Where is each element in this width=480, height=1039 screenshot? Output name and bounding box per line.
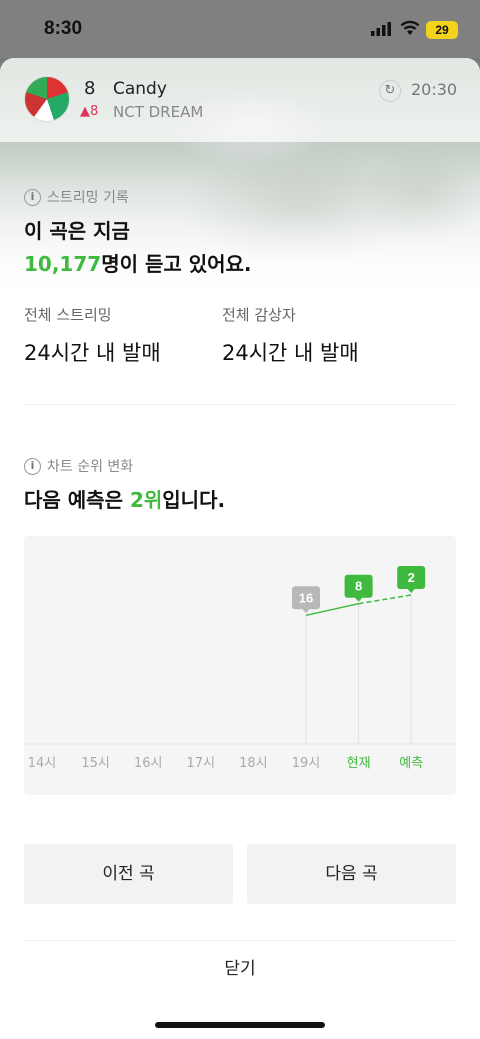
- rank-change-badge: ▲8: [80, 104, 99, 119]
- streaming-headline-line2: 10,177명이 듣고 있어요.: [24, 252, 252, 276]
- status-bar: 8:30 29: [0, 0, 480, 58]
- rank-prediction-headline: 다음 예측은 2위입니다.: [24, 488, 226, 512]
- data-point-pointer: [354, 597, 363, 602]
- song-rank: 8: [84, 78, 96, 99]
- song-header: 8 ▲8 Candy NCT DREAM ↻ 20:30: [0, 58, 480, 142]
- next-song-button[interactable]: 다음 곡: [247, 844, 456, 904]
- info-icon[interactable]: i: [24, 457, 41, 475]
- rank-chart-svg: 16 8 2 14시 15시 16시 17시 18시 19시 현재 예측: [24, 566, 456, 771]
- x-tick-label: 17시: [187, 756, 216, 771]
- status-time: 8:30: [44, 18, 83, 39]
- song-artist[interactable]: NCT DREAM: [113, 103, 203, 121]
- song-title[interactable]: Candy: [113, 79, 167, 99]
- wifi-icon: [400, 20, 420, 35]
- close-button[interactable]: 닫기: [0, 950, 480, 988]
- rank-chart: 16 8 2 14시 15시 16시 17시 18시 19시 현재 예측: [24, 536, 456, 795]
- total-streaming-label: 전체 스트리밍: [24, 306, 112, 324]
- data-point-label: 8: [355, 579, 362, 594]
- x-tick-label: 예측: [399, 756, 423, 771]
- x-tick-label: 19시: [292, 756, 321, 771]
- x-tick-label: 15시: [81, 756, 110, 771]
- data-point-pointer: [407, 588, 416, 593]
- battery-indicator: 29: [426, 21, 458, 39]
- total-listeners-label: 전체 감상자: [222, 306, 296, 324]
- info-icon[interactable]: i: [24, 188, 41, 206]
- album-art-thumbnail[interactable]: [24, 76, 70, 122]
- section-divider: [24, 404, 456, 405]
- x-tick-label: 18시: [239, 756, 268, 771]
- data-point-label: 16: [299, 590, 313, 605]
- x-tick-label: 14시: [28, 756, 57, 771]
- total-streaming-value: 24시간 내 발매: [24, 341, 161, 365]
- refresh-icon[interactable]: ↻: [379, 80, 401, 102]
- streaming-section-label: i 스트리밍 기록: [24, 187, 129, 207]
- signal-icon: [371, 22, 391, 36]
- rank-change-label: i 차트 순위 변화: [24, 456, 133, 476]
- chart-time: 20:30: [411, 80, 458, 99]
- listener-count: 10,177: [24, 252, 102, 276]
- footer-divider: [24, 940, 456, 941]
- previous-song-button[interactable]: 이전 곡: [24, 844, 233, 904]
- total-listeners-value: 24시간 내 발매: [222, 341, 359, 365]
- home-indicator: [155, 1022, 325, 1028]
- predicted-rank: 2위: [129, 488, 163, 512]
- data-point-pointer: [302, 608, 310, 614]
- data-point-label: 2: [408, 570, 415, 585]
- x-tick-label: 16시: [134, 756, 163, 771]
- x-tick-label: 현재: [347, 756, 371, 771]
- chart-detail-sheet: 8 ▲8 Candy NCT DREAM ↻ 20:30 i 스트리밍 기록 이…: [0, 58, 480, 1039]
- streaming-headline-line1: 이 곡은 지금: [24, 219, 130, 243]
